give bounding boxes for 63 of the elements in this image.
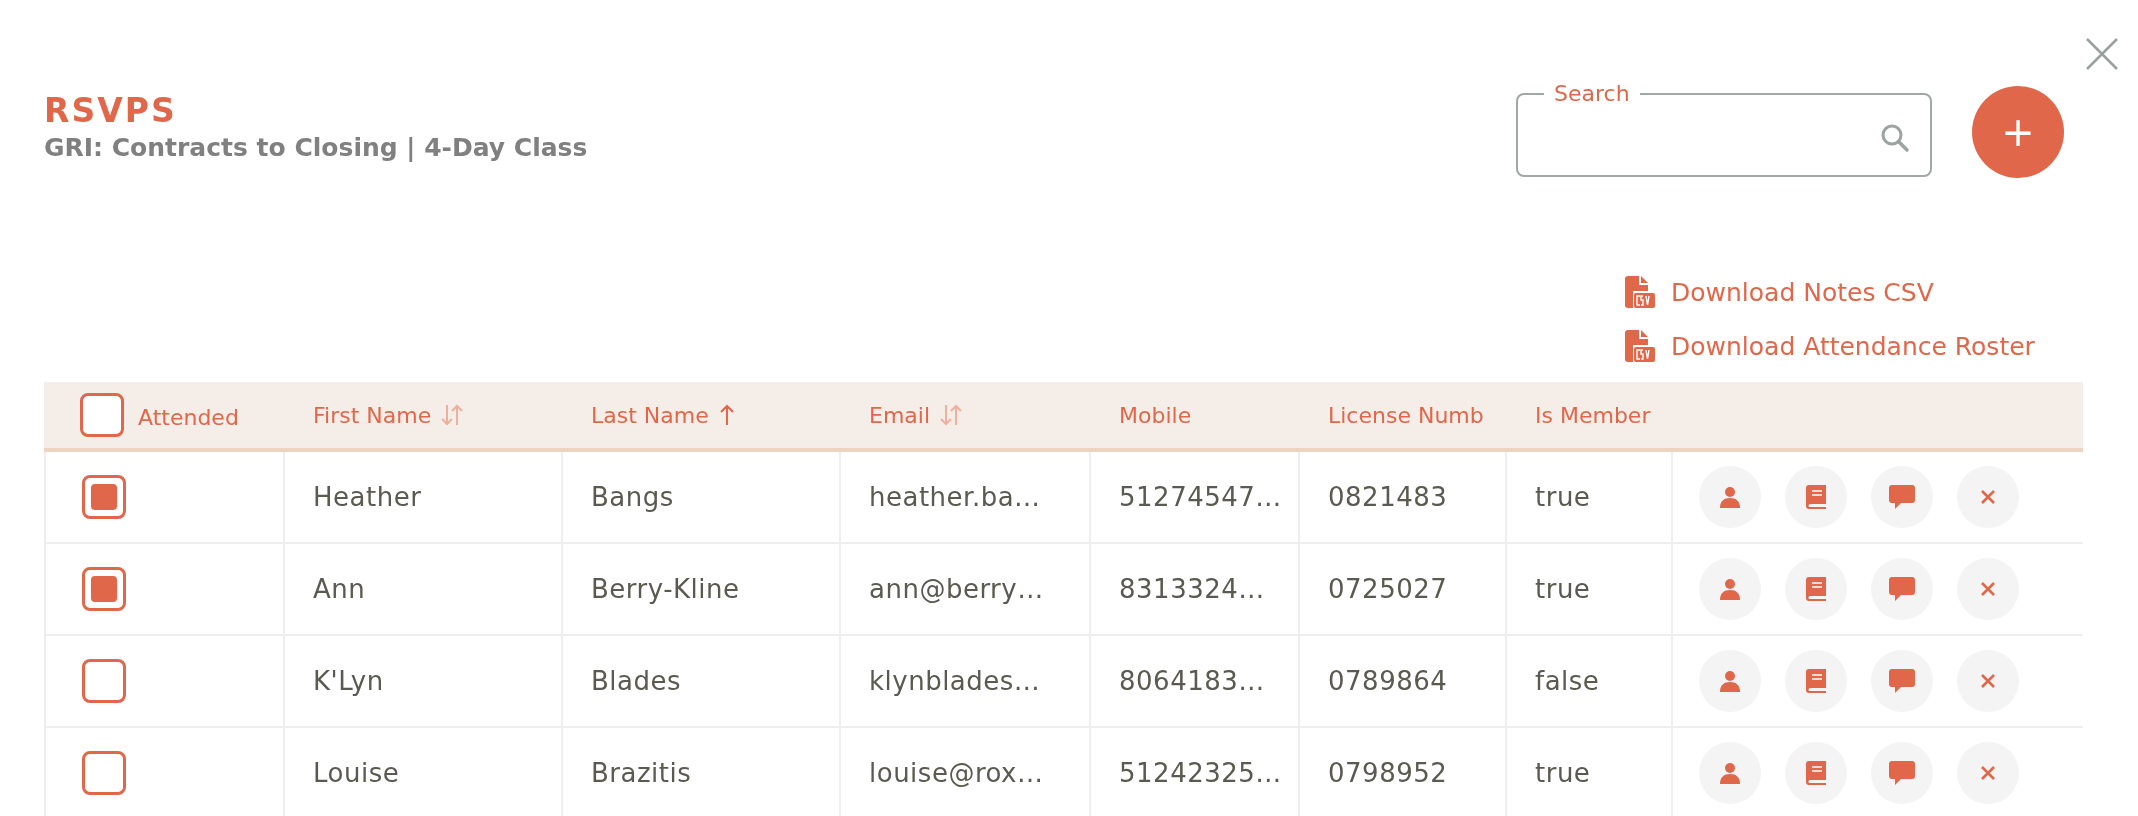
speech-bubble-icon bbox=[1889, 761, 1915, 785]
table-cell: Bangs bbox=[591, 482, 674, 512]
table-cell: klynblades… bbox=[869, 666, 1041, 696]
table-cell: louise@rox… bbox=[869, 758, 1044, 788]
column-header[interactable]: Mobile bbox=[1119, 402, 1192, 428]
select-all-checkbox[interactable] bbox=[80, 393, 124, 437]
table-cell: ann@berry… bbox=[869, 574, 1044, 604]
table-cell: Louise bbox=[313, 758, 400, 788]
field-label: Search bbox=[1553, 81, 1631, 106]
attended-checkbox[interactable] bbox=[82, 475, 126, 519]
book-icon bbox=[1806, 761, 1826, 785]
table-cell: 0798952 bbox=[1328, 758, 1448, 788]
column-header[interactable]: Attended bbox=[138, 404, 239, 430]
download-link[interactable]: Download Notes CSV bbox=[1625, 276, 2138, 308]
table-cell: true bbox=[1535, 758, 1591, 788]
book-icon bbox=[1806, 577, 1826, 601]
add-button[interactable]: + bbox=[1972, 86, 2064, 178]
person-icon bbox=[1719, 486, 1741, 508]
table-cell: false bbox=[1535, 666, 1600, 696]
table-cell: Brazitis bbox=[591, 758, 692, 788]
table-cell: Berry-Kline bbox=[591, 574, 740, 604]
speech-bubble-icon bbox=[1889, 577, 1915, 601]
table-cell: 51242325… bbox=[1119, 758, 1282, 788]
attended-checkbox[interactable] bbox=[82, 567, 126, 611]
page-title: RSVPS bbox=[44, 91, 178, 131]
column-header[interactable]: Email bbox=[869, 402, 931, 428]
table-cell: K'Lyn bbox=[313, 666, 384, 696]
column-header[interactable]: Last Name bbox=[591, 402, 709, 428]
close-icon bbox=[1980, 765, 1996, 781]
close-icon bbox=[1980, 581, 1996, 597]
person-icon bbox=[1719, 578, 1741, 600]
table-cell: 0821483 bbox=[1328, 482, 1448, 512]
table-cell: 0725027 bbox=[1328, 574, 1448, 604]
table-cell: 51274547… bbox=[1119, 482, 1282, 512]
csv-file-icon bbox=[1625, 276, 1655, 308]
table-cell: true bbox=[1535, 574, 1591, 604]
attended-checkbox[interactable] bbox=[82, 659, 126, 703]
table-cell: Heather bbox=[313, 482, 422, 512]
page-subtitle: GRI: Contracts to Closing | 4-Day Class bbox=[44, 132, 588, 164]
speech-bubble-icon bbox=[1889, 485, 1915, 509]
close-icon bbox=[2085, 37, 2119, 71]
column-header[interactable]: License Numb bbox=[1328, 402, 1484, 428]
table-cell: heather.ba… bbox=[869, 482, 1041, 512]
person-icon bbox=[1719, 762, 1741, 784]
table-cell: 0789864 bbox=[1328, 666, 1448, 696]
sort-ascending-icon[interactable] bbox=[718, 403, 735, 427]
close-icon bbox=[1980, 489, 1996, 505]
book-icon bbox=[1806, 485, 1826, 509]
table-cell: Blades bbox=[591, 666, 682, 696]
attended-checkbox[interactable] bbox=[82, 751, 126, 795]
table-cell: Ann bbox=[313, 574, 366, 604]
table-cell: 8313324… bbox=[1119, 574, 1265, 604]
column-header[interactable]: First Name bbox=[313, 402, 432, 428]
book-icon bbox=[1806, 669, 1826, 693]
table-cell: 8064183… bbox=[1119, 666, 1265, 696]
search-icon bbox=[1880, 122, 1910, 153]
close-icon bbox=[1980, 673, 1996, 689]
table-cell: true bbox=[1535, 482, 1591, 512]
column-header[interactable]: Is Member bbox=[1535, 402, 1651, 428]
csv-file-icon bbox=[1625, 330, 1655, 362]
download-link[interactable]: Download Attendance Roster bbox=[1625, 330, 2138, 362]
person-icon bbox=[1719, 670, 1741, 692]
speech-bubble-icon bbox=[1889, 669, 1915, 693]
